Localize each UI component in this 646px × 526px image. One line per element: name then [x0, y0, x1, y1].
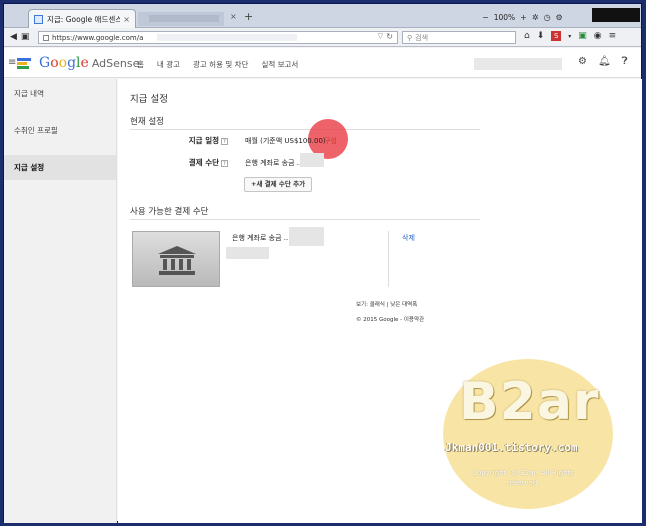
nav-reports[interactable]: 실적 보고서 [261, 59, 298, 70]
add-payment-method-button[interactable]: +새 결제 수단 추가 [244, 177, 313, 192]
header-icons: ⚙ 🔔︎ ❓︎ [578, 56, 628, 67]
dropdown-icon[interactable]: ▽ [378, 32, 383, 40]
close-tab-icon[interactable]: × [123, 15, 130, 24]
available-methods-title: 사용 가능한 결제 수단 [130, 207, 209, 217]
watermark-title: B2ar [459, 372, 600, 432]
back-icon[interactable]: ◀ [10, 32, 17, 42]
zoom-out-icon[interactable]: − [482, 13, 489, 22]
url-text: https://www.google.com/a [52, 33, 144, 42]
address-bar[interactable]: https://www.google.com/a ▽ ↻ [38, 31, 398, 44]
schedule-value: 매월 (기준액 US$100.00) [245, 137, 326, 145]
footer-copyright[interactable]: © 2015 Google - 이용약관 [356, 315, 424, 323]
method-value: 은행 계좌로 송금 ... [245, 159, 304, 167]
search-icon: ⚲ [407, 33, 413, 42]
reload-icon[interactable]: ↻ [386, 32, 393, 41]
search-placeholder: 검색 [415, 33, 429, 42]
close-tab-icon[interactable]: × [230, 12, 237, 21]
sidebar-item-payment-history[interactable]: 지급 내역 [4, 81, 116, 106]
divider [130, 219, 480, 220]
chat-icon[interactable]: ◉ [594, 31, 602, 41]
navigation-bar: ◀ ▣ https://www.google.com/a ▽ ↻ ⚲ 검색 ⌂ … [4, 28, 641, 47]
watermark-copyright: Copyright (c) B2ar, All Rights reserved. [472, 469, 574, 487]
clock-icon[interactable]: ◷ [544, 13, 551, 22]
tab-strip: 지급: Google 애드센스 × × + − 100% + ✲ ◷ ⚙ [4, 4, 641, 28]
gear-icon[interactable]: ⚙ [578, 56, 587, 67]
download-icon[interactable]: ⬇ [537, 31, 545, 41]
vertical-divider [388, 231, 389, 287]
zoom-level: 100% [493, 13, 516, 22]
configure-link[interactable]: 구성 [324, 136, 337, 146]
redacted-bar [592, 8, 640, 22]
account-email-redacted [474, 58, 562, 70]
menu-icon[interactable]: ≡ [8, 57, 16, 68]
redacted-detail [226, 247, 269, 259]
sidebar: 지급 내역 수취인 프로필 지급 설정 [4, 79, 117, 523]
watermark-url: Jkman001.tistory.com [445, 441, 578, 454]
bank-icon [158, 246, 196, 275]
nav-my-ads[interactable]: 내 광고 [157, 59, 180, 70]
delete-link[interactable]: 삭제 [402, 233, 415, 243]
redacted-account [300, 153, 324, 167]
blurred-tab-title [149, 15, 219, 22]
bell-icon[interactable]: 🔔︎ [598, 56, 611, 67]
google-adsense-logo[interactable]: Google AdSense [39, 55, 139, 71]
settings-icon[interactable]: ✲ [532, 13, 539, 22]
card-text: 은행 계좌로 송금 ... [232, 234, 291, 242]
footer-view-options[interactable]: 보기: 클래식 | 낮은 대역폭 [356, 300, 417, 308]
nav-allow-block[interactable]: 광고 허용 및 차단 [193, 59, 248, 70]
adsense-header: ≡ Google AdSense 홈 내 광고 광고 허용 및 차단 실적 보고서… [4, 48, 641, 78]
current-settings-title: 현재 설정 [130, 117, 164, 127]
sidebar-item-payment-settings[interactable]: 지급 설정 [4, 155, 116, 180]
search-input[interactable]: ⚲ 검색 [402, 31, 516, 44]
dropdown-icon[interactable]: ▾ [568, 33, 571, 40]
schedule-label: 지급 일정? [168, 135, 228, 146]
zoom-controls: − 100% + ✲ ◷ ⚙ [482, 13, 563, 22]
favicon-icon [34, 14, 43, 24]
url-blur [157, 34, 297, 41]
extension-icon[interactable]: S [551, 31, 562, 41]
help-icon[interactable]: ❓︎ [622, 56, 628, 67]
tab-adsense[interactable]: 지급: Google 애드센스 × [28, 9, 136, 28]
home-icon[interactable]: ⌂ [524, 31, 530, 41]
browser-window: 지급: Google 애드센스 × × + − 100% + ✲ ◷ ⚙ ◀ ▣… [3, 3, 642, 523]
top-navigation: 홈 내 광고 광고 허용 및 차단 실적 보고서 [137, 59, 298, 70]
zoom-in-icon[interactable]: + [520, 13, 527, 22]
lock-icon [43, 34, 49, 41]
new-tab-button[interactable]: + [244, 10, 253, 23]
method-label: 결제 수단? [168, 157, 228, 168]
divider [130, 129, 480, 130]
home-bookmark-icon[interactable]: ▣ [21, 32, 30, 42]
help-icon[interactable]: ? [221, 137, 228, 145]
gear-icon[interactable]: ⚙ [556, 13, 563, 22]
toolbar-icons: ⌂ ⬇ S ▾ ▣ ◉ ≡ [524, 31, 616, 41]
menu-icon[interactable]: ≡ [609, 31, 617, 41]
adsense-logo-icon [17, 58, 31, 69]
help-icon[interactable]: ? [221, 159, 228, 167]
page-title: 지급 설정 [130, 94, 168, 105]
pocket-icon[interactable]: ▣ [578, 31, 587, 41]
sidebar-item-payee-profile[interactable]: 수취인 프로필 [4, 118, 116, 143]
tab-title: 지급: Google 애드센스 [47, 14, 121, 24]
nav-home[interactable]: 홈 [137, 59, 144, 70]
redacted-account [289, 227, 324, 246]
bank-card[interactable] [132, 231, 220, 287]
